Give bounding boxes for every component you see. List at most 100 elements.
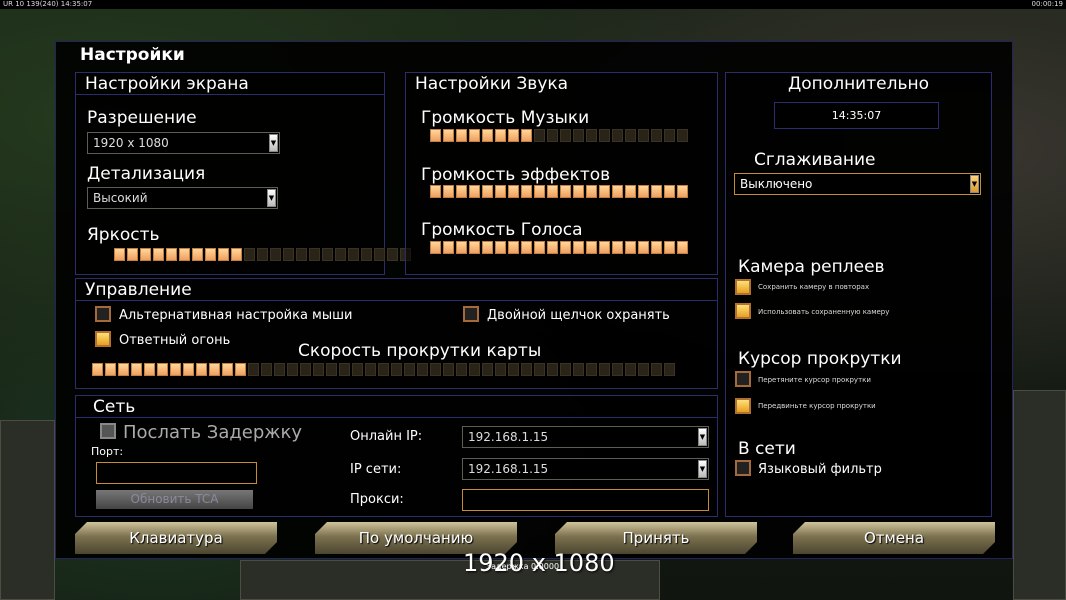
slider-segment[interactable] bbox=[127, 248, 138, 261]
slider-segment[interactable] bbox=[534, 185, 545, 198]
slider-segment[interactable] bbox=[586, 129, 597, 142]
slider-segment[interactable] bbox=[664, 241, 675, 254]
slider-segment[interactable] bbox=[625, 185, 636, 198]
music-volume-slider[interactable] bbox=[430, 129, 688, 142]
scroll-speed-slider[interactable] bbox=[92, 363, 675, 376]
slider-segment[interactable] bbox=[92, 363, 103, 376]
save-replay-camera-checkbox[interactable] bbox=[735, 279, 751, 295]
slider-segment[interactable] bbox=[612, 129, 623, 142]
slider-segment[interactable] bbox=[430, 363, 441, 376]
slider-segment[interactable] bbox=[313, 363, 324, 376]
slider-segment[interactable] bbox=[287, 363, 298, 376]
slider-segment[interactable] bbox=[547, 363, 558, 376]
slider-segment[interactable] bbox=[283, 248, 294, 261]
slider-segment[interactable] bbox=[677, 241, 688, 254]
chevron-down-icon[interactable]: ▼ bbox=[269, 134, 278, 152]
slider-segment[interactable] bbox=[183, 363, 194, 376]
slider-segment[interactable] bbox=[651, 363, 662, 376]
slider-segment[interactable] bbox=[105, 363, 116, 376]
slider-segment[interactable] bbox=[521, 129, 532, 142]
slider-segment[interactable] bbox=[257, 248, 268, 261]
slider-segment[interactable] bbox=[205, 248, 216, 261]
language-filter-checkbox[interactable] bbox=[735, 460, 751, 476]
proxy-input[interactable] bbox=[462, 489, 709, 511]
update-tca-button[interactable]: Обновить TCA bbox=[96, 490, 253, 509]
slider-segment[interactable] bbox=[144, 363, 155, 376]
drag-scroll-cursor-checkbox[interactable] bbox=[735, 371, 751, 387]
slider-segment[interactable] bbox=[651, 241, 662, 254]
slider-segment[interactable] bbox=[482, 241, 493, 254]
slider-segment[interactable] bbox=[677, 185, 688, 198]
slider-segment[interactable] bbox=[339, 363, 350, 376]
chevron-down-icon[interactable]: ▼ bbox=[267, 189, 276, 207]
slider-segment[interactable] bbox=[456, 241, 467, 254]
slider-segment[interactable] bbox=[443, 363, 454, 376]
slider-segment[interactable] bbox=[508, 363, 519, 376]
slider-segment[interactable] bbox=[469, 129, 480, 142]
slider-segment[interactable] bbox=[599, 129, 610, 142]
slider-segment[interactable] bbox=[612, 185, 623, 198]
slider-segment[interactable] bbox=[140, 248, 151, 261]
cancel-button[interactable]: Отмена bbox=[793, 522, 995, 554]
slider-segment[interactable] bbox=[248, 363, 259, 376]
slider-segment[interactable] bbox=[495, 185, 506, 198]
slider-segment[interactable] bbox=[387, 248, 398, 261]
slider-segment[interactable] bbox=[547, 185, 558, 198]
slider-segment[interactable] bbox=[521, 241, 532, 254]
slider-segment[interactable] bbox=[625, 129, 636, 142]
alt-mouse-checkbox[interactable] bbox=[95, 306, 111, 322]
slider-segment[interactable] bbox=[560, 363, 571, 376]
slider-segment[interactable] bbox=[270, 248, 281, 261]
port-input[interactable] bbox=[96, 462, 257, 484]
slider-segment[interactable] bbox=[495, 241, 506, 254]
slider-segment[interactable] bbox=[664, 363, 675, 376]
slider-segment[interactable] bbox=[300, 363, 311, 376]
slider-segment[interactable] bbox=[638, 185, 649, 198]
slider-segment[interactable] bbox=[361, 248, 372, 261]
slider-segment[interactable] bbox=[547, 241, 558, 254]
slider-segment[interactable] bbox=[296, 248, 307, 261]
slider-segment[interactable] bbox=[612, 363, 623, 376]
lan-ip-select[interactable]: 192.168.1.15 ▼ bbox=[462, 458, 709, 480]
resolution-select[interactable]: 1920 x 1080 ▼ bbox=[87, 132, 280, 154]
slider-segment[interactable] bbox=[560, 129, 571, 142]
slider-segment[interactable] bbox=[443, 241, 454, 254]
slider-segment[interactable] bbox=[374, 248, 385, 261]
slider-segment[interactable] bbox=[404, 363, 415, 376]
chevron-down-icon[interactable]: ▼ bbox=[698, 428, 707, 446]
slider-segment[interactable] bbox=[218, 248, 229, 261]
slider-segment[interactable] bbox=[352, 363, 363, 376]
slider-segment[interactable] bbox=[573, 185, 584, 198]
effects-volume-slider[interactable] bbox=[430, 185, 688, 198]
slider-segment[interactable] bbox=[573, 129, 584, 142]
slider-segment[interactable] bbox=[443, 129, 454, 142]
slider-segment[interactable] bbox=[378, 363, 389, 376]
slider-segment[interactable] bbox=[547, 129, 558, 142]
slider-segment[interactable] bbox=[391, 363, 402, 376]
slider-segment[interactable] bbox=[443, 185, 454, 198]
slider-segment[interactable] bbox=[348, 248, 359, 261]
slider-segment[interactable] bbox=[170, 363, 181, 376]
slider-segment[interactable] bbox=[469, 363, 480, 376]
brightness-slider[interactable] bbox=[114, 248, 411, 261]
slider-segment[interactable] bbox=[222, 363, 233, 376]
slider-segment[interactable] bbox=[534, 241, 545, 254]
slider-segment[interactable] bbox=[469, 185, 480, 198]
slider-segment[interactable] bbox=[482, 129, 493, 142]
slider-segment[interactable] bbox=[573, 363, 584, 376]
slider-segment[interactable] bbox=[664, 185, 675, 198]
slider-segment[interactable] bbox=[534, 129, 545, 142]
slider-segment[interactable] bbox=[153, 248, 164, 261]
slider-segment[interactable] bbox=[638, 129, 649, 142]
slider-segment[interactable] bbox=[534, 363, 545, 376]
slider-segment[interactable] bbox=[179, 248, 190, 261]
slider-segment[interactable] bbox=[114, 248, 125, 261]
keyboard-button[interactable]: Клавиатура bbox=[75, 522, 277, 554]
slider-segment[interactable] bbox=[196, 363, 207, 376]
send-delay-checkbox[interactable] bbox=[100, 423, 116, 439]
slider-segment[interactable] bbox=[482, 185, 493, 198]
slider-segment[interactable] bbox=[322, 248, 333, 261]
antialiasing-select[interactable]: Выключено ▼ bbox=[734, 173, 981, 195]
slider-segment[interactable] bbox=[118, 363, 129, 376]
return-fire-checkbox[interactable] bbox=[95, 331, 111, 347]
